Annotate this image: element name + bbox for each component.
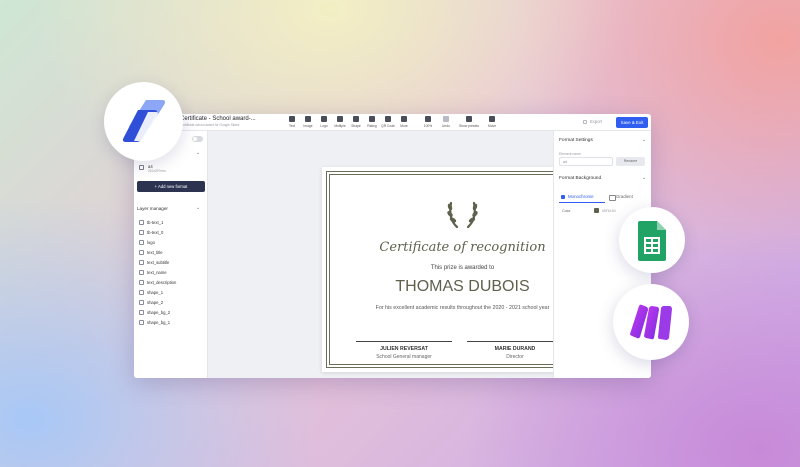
save-exit-button[interactable]: Save & Exit	[616, 117, 648, 128]
shape-layer-icon	[139, 319, 144, 325]
tool-logo[interactable]: Logo	[318, 116, 330, 128]
text-layer-icon	[139, 279, 144, 285]
insert-toolbar: Text Image Logo Multiple Shape Rating QR…	[286, 116, 410, 128]
more-icon	[401, 116, 407, 122]
undo-icon	[443, 116, 449, 122]
color-hex-value[interactable]: #5F614D	[602, 209, 616, 213]
layer-manager-title: Layer manager	[137, 206, 168, 211]
add-format-button[interactable]: + Add new format	[137, 181, 205, 192]
page-icon	[139, 165, 144, 170]
chevron-down-icon[interactable]: ⌄	[196, 205, 200, 211]
text-layer-icon	[139, 269, 144, 275]
signature-line	[356, 341, 452, 342]
layer-item[interactable]: shape_bg_1	[139, 317, 176, 327]
element-name-input[interactable]: a4	[559, 157, 613, 166]
stripes-app-icon	[630, 304, 672, 340]
tool-multiple[interactable]: Multiple	[334, 116, 346, 128]
tool-shape[interactable]: Shape	[350, 116, 362, 128]
top-toolbar: Certificate - School award-... Certifica…	[134, 114, 651, 131]
shape-layer-icon	[139, 299, 144, 305]
text-icon	[289, 116, 295, 122]
layer-item[interactable]: tb-text_0	[139, 227, 176, 237]
text-layer-icon	[139, 249, 144, 255]
chevron-down-icon[interactable]: ⌄	[196, 150, 200, 156]
multiple-icon	[337, 116, 343, 122]
tool-image[interactable]: Image	[302, 116, 314, 128]
logo-icon	[321, 116, 327, 122]
layer-item[interactable]: logo	[139, 237, 176, 247]
tab-monochrome[interactable]: Monochrome	[559, 192, 605, 203]
logo-layer-icon	[139, 239, 144, 245]
export-icon	[583, 120, 587, 124]
undo-button[interactable]: Undo	[440, 116, 452, 128]
view-toolbar: 100% Undo Show presets Move	[422, 116, 498, 128]
layer-item[interactable]: text_description	[139, 277, 176, 287]
document-subtitle: Certificate school award for Google Slid…	[180, 123, 240, 127]
shape-layer-icon	[139, 289, 144, 295]
color-swatch[interactable]	[594, 208, 599, 213]
purple-app-badge	[613, 284, 689, 360]
move-icon	[489, 116, 495, 122]
tool-more[interactable]: More	[398, 116, 410, 128]
design-canvas[interactable]: Certificate of recognition This prize is…	[208, 131, 603, 378]
move-button[interactable]: Move	[486, 116, 498, 128]
element-name-label: Element name	[559, 152, 581, 156]
format-settings-title: Format Settings	[559, 138, 593, 143]
layer-item[interactable]: shape_bg_2	[139, 307, 176, 317]
google-sheets-icon	[638, 221, 666, 261]
layer-item[interactable]: text_title	[139, 247, 176, 257]
show-presets-button[interactable]: Show presets	[458, 116, 480, 128]
text-layer-icon	[139, 259, 144, 265]
brand-logo-badge	[104, 82, 183, 161]
color-label: Color	[562, 209, 571, 213]
shape-icon	[353, 116, 359, 122]
document-title[interactable]: Certificate - School award-...	[180, 116, 256, 122]
left-panel: ⌄ a4 210x297mm + Add new format Layer ma…	[134, 131, 208, 378]
rating-icon	[369, 116, 375, 122]
export-button[interactable]: Export	[583, 119, 602, 124]
zoom-icon	[425, 116, 431, 122]
google-sheets-badge	[619, 207, 685, 273]
shape-layer-icon	[139, 309, 144, 315]
layer-item[interactable]: tb-text_1	[139, 217, 176, 227]
layer-item[interactable]: shape_2	[139, 297, 176, 307]
format-background-title: Format Background	[559, 176, 602, 181]
signature-line	[467, 341, 563, 342]
presets-icon	[466, 116, 472, 122]
tool-rating[interactable]: Rating	[366, 116, 378, 128]
layer-item[interactable]: shape_1	[139, 287, 176, 297]
qr-code-icon	[385, 116, 391, 122]
text-layer-icon	[139, 229, 144, 235]
chevron-down-icon[interactable]: ⌄	[642, 137, 646, 143]
laurel-wreath-icon[interactable]	[444, 197, 481, 231]
tool-text[interactable]: Text	[286, 116, 298, 128]
tab-gradient[interactable]: Gradient	[607, 192, 647, 203]
rename-button[interactable]: Rename	[616, 157, 645, 166]
tool-qr-code[interactable]: QR Code	[381, 116, 395, 128]
signature-block-right[interactable]: MARIE DURAND Director	[467, 341, 563, 360]
zoom-control[interactable]: 100%	[422, 116, 434, 128]
layer-list: tb-text_1 tb-text_0 logo text_title text…	[139, 217, 176, 327]
editor-window: Certificate - School award-... Certifica…	[134, 114, 651, 378]
text-layer-icon	[139, 219, 144, 225]
layer-item[interactable]: text_name	[139, 267, 176, 277]
image-icon	[305, 116, 311, 122]
chevron-down-icon[interactable]: ⌄	[642, 175, 646, 181]
panel-toggle[interactable]	[192, 136, 203, 142]
brand-logo-icon	[122, 100, 166, 142]
layer-item[interactable]: text_subtitle	[139, 257, 176, 267]
signature-block-left[interactable]: JULIEN REVERSAT School General manager	[356, 341, 452, 360]
